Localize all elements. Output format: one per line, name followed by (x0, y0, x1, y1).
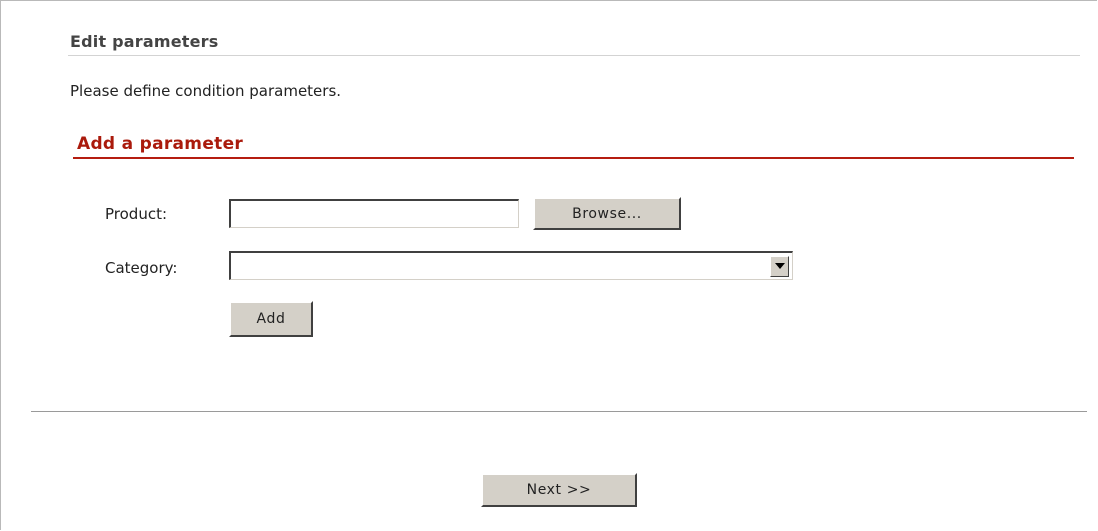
triangle-down-icon (775, 263, 785, 269)
browse-button[interactable]: Browse... (533, 197, 681, 230)
next-button[interactable]: Next >> (481, 473, 637, 507)
intro-text: Please define condition parameters. (70, 82, 342, 100)
product-input[interactable] (229, 199, 519, 228)
add-button[interactable]: Add (229, 301, 313, 337)
category-label: Category: (105, 259, 178, 277)
section-title: Edit parameters (70, 32, 219, 51)
product-label: Product: (105, 205, 168, 223)
add-parameter-heading: Add a parameter (77, 134, 244, 154)
section-divider (68, 55, 1080, 56)
add-parameter-divider (73, 157, 1074, 159)
category-select[interactable] (229, 251, 793, 280)
footer-divider (31, 411, 1087, 412)
category-dropdown-button[interactable] (770, 256, 789, 277)
